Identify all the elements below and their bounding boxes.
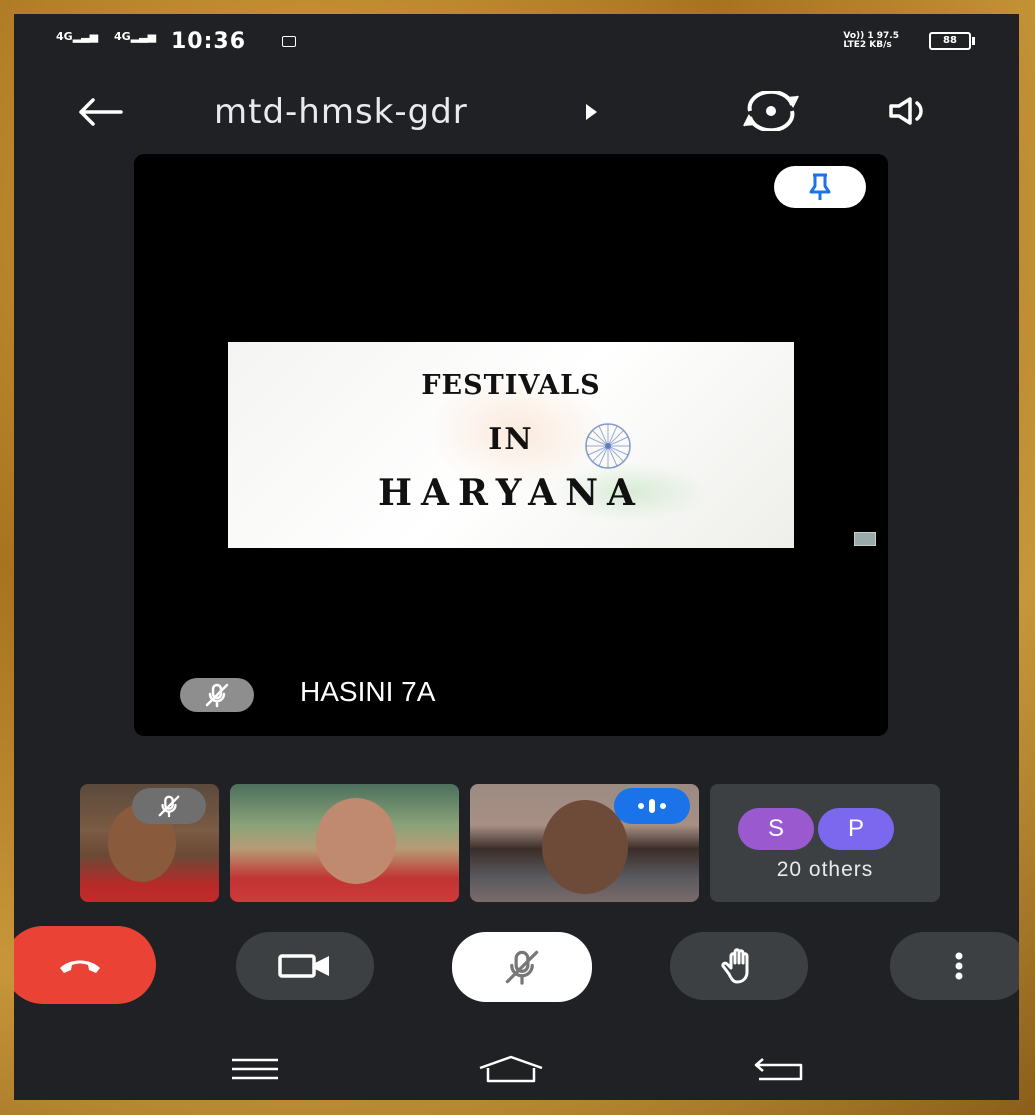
speed-unit: KB/s: [869, 40, 892, 50]
speaking-indicator: [614, 788, 690, 824]
nav-back-button[interactable]: [744, 1044, 814, 1094]
phone-hangup-icon: [60, 960, 100, 973]
main-video-tile[interactable]: FESTIVALS IN HARYANA HASINI 7A: [134, 154, 888, 736]
videocam-icon: [278, 954, 329, 978]
signal-2: 4G▂▃▅: [114, 30, 157, 43]
meeting-code[interactable]: mtd-hmsk-gdr: [214, 92, 468, 132]
avatar-p: P: [818, 808, 894, 850]
speaker-icon: [889, 97, 923, 125]
participant-tile-2[interactable]: [230, 784, 459, 902]
pin-icon: [809, 173, 831, 200]
camera-toggle-button[interactable]: [236, 932, 374, 1000]
back-nav-icon: [754, 1058, 803, 1081]
phone-screen: 4G▂▃▅ 4G▂▃▅ 10:36 Vo)) 1 97.5 LTE2 KB/s …: [14, 14, 1019, 1100]
switch-camera-button[interactable]: [740, 80, 802, 142]
nav-home-button[interactable]: [476, 1044, 546, 1094]
switch-camera-icon: [743, 91, 799, 131]
battery-icon: 88: [929, 32, 975, 50]
others-count: 20 others: [776, 858, 874, 881]
participant-mute-badge: [132, 788, 206, 824]
mic-off-icon: [505, 950, 539, 985]
signal-1: 4G▂▃▅: [56, 30, 99, 43]
small-overlay-icon: [854, 532, 876, 546]
arrow-left-icon: [79, 98, 123, 126]
net-label-2: LTE2: [843, 40, 867, 50]
avatar-s: S: [738, 808, 814, 850]
back-button[interactable]: [72, 84, 128, 140]
pin-button[interactable]: [774, 166, 866, 208]
end-call-button[interactable]: [14, 926, 156, 1004]
more-vert-icon: [955, 952, 963, 980]
slide-title-line1: FESTIVALS: [421, 370, 601, 401]
slide-title-line2: IN: [488, 422, 534, 457]
participant-tile-3[interactable]: [470, 784, 699, 902]
meeting-details-caret-icon[interactable]: [586, 104, 597, 120]
camera-in-use-icon: [282, 36, 296, 47]
status-bar: 4G▂▃▅ 4G▂▃▅ 10:36 Vo)) 1 97.5 LTE2 KB/s …: [14, 14, 1019, 64]
raise-hand-button[interactable]: [670, 932, 808, 1000]
more-options-button[interactable]: [890, 932, 1019, 1000]
network-info: Vo)) 1 97.5 LTE2 KB/s: [843, 32, 899, 50]
presenter-mute-badge: [180, 678, 254, 712]
mic-off-icon: [205, 683, 229, 708]
presentation-slide: FESTIVALS IN HARYANA: [228, 342, 794, 548]
others-tile[interactable]: S P 20 others: [710, 784, 940, 902]
mic-off-icon: [158, 795, 180, 818]
mic-toggle-button[interactable]: [452, 932, 592, 1002]
hand-icon: [721, 948, 749, 984]
participant-video: [316, 798, 396, 884]
menu-icon: [232, 1058, 278, 1080]
audio-level-icon: [638, 799, 666, 813]
slide-title-line3: HARYANA: [378, 472, 644, 514]
participant-tile-1[interactable]: [80, 784, 219, 902]
nav-recents-button[interactable]: [220, 1044, 290, 1094]
home-icon: [479, 1055, 543, 1083]
clock: 10:36: [171, 29, 247, 54]
presenter-name: HASINI 7A: [300, 676, 436, 707]
speaker-button[interactable]: [880, 80, 942, 142]
